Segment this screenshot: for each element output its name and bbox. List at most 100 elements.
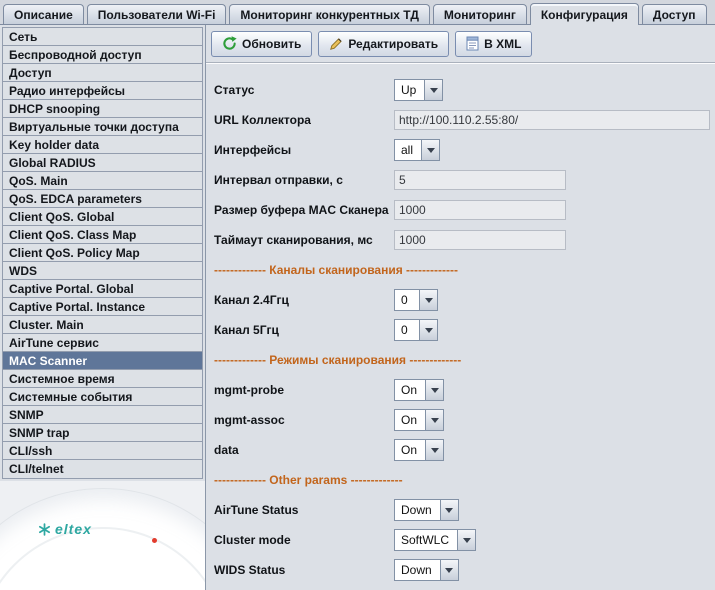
sidebar-item-label: Сеть <box>9 30 37 44</box>
status-dropdown[interactable]: Up <box>394 79 443 101</box>
sidebar-item-network[interactable]: Сеть <box>3 28 202 46</box>
sidebar-item-label: Client QoS. Policy Map <box>9 246 140 260</box>
button-label: Редактировать <box>348 37 438 51</box>
send-interval-label: Интервал отправки, с <box>214 173 394 187</box>
tab-label: Описание <box>14 8 73 22</box>
sidebar-item-client-qos-class-map[interactable]: Client QoS. Class Map <box>3 226 202 244</box>
sidebar-item-wireless-access[interactable]: Беспроводной доступ <box>3 46 202 64</box>
tab-label: Пользователи Wi-Fi <box>98 8 216 22</box>
sidebar: Сеть Беспроводной доступДоступ Радио интер… <box>0 25 206 590</box>
tab-configuration[interactable]: Конфигурация <box>530 3 639 25</box>
sidebar-item-system-events[interactable]: Системные события <box>3 388 202 406</box>
sidebar-item-qos-main[interactable]: QoS. Main <box>3 172 202 190</box>
mgmt-assoc-dropdown[interactable]: On <box>394 409 444 431</box>
section-title: ------------- Other params ------------- <box>214 473 403 487</box>
tab-label: Мониторинг <box>444 8 516 22</box>
form-row-channel-2-4ghz: Канал 2.4Ггц0 <box>214 285 715 315</box>
settings-form: СтатусUpURL КоллектораИнтерфейсыallИнтер… <box>206 75 715 585</box>
airtune-status-dropdown[interactable]: Down <box>394 499 459 521</box>
xml-document-button[interactable]: В XML <box>455 31 532 57</box>
sidebar-item-system-time[interactable]: Системное время <box>3 370 202 388</box>
sidebar-item-captive-portal-global[interactable]: Captive Portal. Global <box>3 280 202 298</box>
tab-access[interactable]: Доступ <box>642 4 707 24</box>
sidebar-item-label: SNMP trap <box>9 426 69 440</box>
chevron-down-icon[interactable] <box>421 140 439 160</box>
chevron-down-icon[interactable] <box>425 440 443 460</box>
sidebar-item-label: CLI/ssh <box>9 444 52 458</box>
sidebar-item-snmp-trap[interactable]: SNMP trap <box>3 424 202 442</box>
channel-2-4ghz-dropdown[interactable]: 0 <box>394 289 438 311</box>
data-selected-value: On <box>395 440 425 460</box>
tab-wifi-users[interactable]: Пользователи Wi-Fi <box>87 4 227 24</box>
sidebar-item-wds[interactable]: WDS <box>3 262 202 280</box>
section-header-scan-channels: ------------- Каналы сканирования ------… <box>214 255 715 285</box>
chevron-down-icon[interactable] <box>440 500 458 520</box>
tab-neighbor-ap-monitoring[interactable]: Мониторинг конкурентных ТД <box>229 4 429 24</box>
sidebar-item-access[interactable]: Доступ <box>3 64 202 82</box>
sidebar-item-radio-interfaces[interactable]: Радио интерфейсы <box>3 82 202 100</box>
cluster-mode-dropdown[interactable]: SoftWLC <box>394 529 476 551</box>
sidebar-item-cli-telnet[interactable]: CLI/telnet <box>3 460 202 478</box>
collector-url-field[interactable] <box>394 110 710 130</box>
tab-monitoring[interactable]: Мониторинг <box>433 4 527 24</box>
chevron-down-glyph <box>425 298 433 303</box>
tab-label: Доступ <box>653 8 696 22</box>
wids-status-dropdown[interactable]: Down <box>394 559 459 581</box>
scan-timeout-field[interactable] <box>394 230 566 250</box>
mgmt-probe-dropdown[interactable]: On <box>394 379 444 401</box>
chevron-down-glyph <box>430 88 438 93</box>
chevron-down-icon[interactable] <box>419 290 437 310</box>
status-label: Статус <box>214 83 394 97</box>
sidebar-item-cli-ssh[interactable]: CLI/ssh <box>3 442 202 460</box>
sidebar-item-mac-scanner[interactable]: MAC Scanner <box>3 352 202 370</box>
chevron-down-icon[interactable] <box>425 410 443 430</box>
tab-label: Конфигурация <box>541 8 628 22</box>
data-dropdown[interactable]: On <box>394 439 444 461</box>
sidebar-item-global-radius[interactable]: Global RADIUS <box>3 154 202 172</box>
chevron-down-icon[interactable] <box>419 320 437 340</box>
mgmt-assoc-selected-value: On <box>395 410 425 430</box>
form-row-channel-5ghz: Канал 5Ггц0 <box>214 315 715 345</box>
form-row-scan-timeout: Таймаут сканирования, мс <box>214 225 715 255</box>
sidebar-item-qos-edca-parameters[interactable]: QoS. EDCA parameters <box>3 190 202 208</box>
sidebar-item-dhcp-snooping[interactable]: DHCP snooping <box>3 100 202 118</box>
wids-status-label: WIDS Status <box>214 563 394 577</box>
chevron-down-icon[interactable] <box>425 380 443 400</box>
chevron-down-icon[interactable] <box>424 80 442 100</box>
sidebar-item-snmp[interactable]: SNMP <box>3 406 202 424</box>
sidebar-item-client-qos-global[interactable]: Client QoS. Global <box>3 208 202 226</box>
sidebar-item-label: Системное время <box>9 372 115 386</box>
send-interval-field[interactable] <box>394 170 566 190</box>
button-label: В XML <box>484 37 521 51</box>
scan-timeout-label: Таймаут сканирования, мс <box>214 233 394 247</box>
sidebar-item-key-holder-data[interactable]: Key holder data <box>3 136 202 154</box>
sidebar-item-label: Global RADIUS <box>9 156 96 170</box>
section-title: ------------- Режимы сканирования ------… <box>214 353 461 367</box>
sidebar-item-captive-portal-instance[interactable]: Captive Portal. Instance <box>3 298 202 316</box>
sidebar-item-label: Системные события <box>9 390 132 404</box>
sidebar-item-client-qos-policy-map[interactable]: Client QoS. Policy Map <box>3 244 202 262</box>
sidebar-item-label: Радио интерфейсы <box>9 84 125 98</box>
sidebar-item-virtual-access-points[interactable]: Виртуальные точки доступа <box>3 118 202 136</box>
edit-pencil-button[interactable]: Редактировать <box>318 31 449 57</box>
chevron-down-icon[interactable] <box>440 560 458 580</box>
sidebar-item-cluster-main[interactable]: Cluster. Main <box>3 316 202 334</box>
status-selected-value: Up <box>395 80 424 100</box>
section-header-scan-modes: ------------- Режимы сканирования ------… <box>214 345 715 375</box>
tab-bar: Описание Пользователи Wi-Fi Мониторинг кон… <box>0 0 715 25</box>
mac-scanner-buffer-size-field[interactable] <box>394 200 566 220</box>
form-row-mac-scanner-buffer-size: Размер буфера MAC Сканера <box>214 195 715 225</box>
sidebar-item-label: Captive Portal. Instance <box>9 300 145 314</box>
channel-2-4ghz-selected-value: 0 <box>395 290 419 310</box>
sidebar-item-airtune-service[interactable]: AirTune сервис <box>3 334 202 352</box>
tab-description[interactable]: Описание <box>3 4 84 24</box>
chevron-down-glyph <box>431 388 439 393</box>
channel-5ghz-dropdown[interactable]: 0 <box>394 319 438 341</box>
device-led-dot <box>152 538 157 543</box>
chevron-down-icon[interactable] <box>457 530 475 550</box>
button-label: Обновить <box>242 37 301 51</box>
data-label: data <box>214 443 394 457</box>
toolbar: Обновить Редактировать В XML <box>206 25 715 63</box>
interfaces-dropdown[interactable]: all <box>394 139 440 161</box>
refresh-button[interactable]: Обновить <box>211 31 312 57</box>
